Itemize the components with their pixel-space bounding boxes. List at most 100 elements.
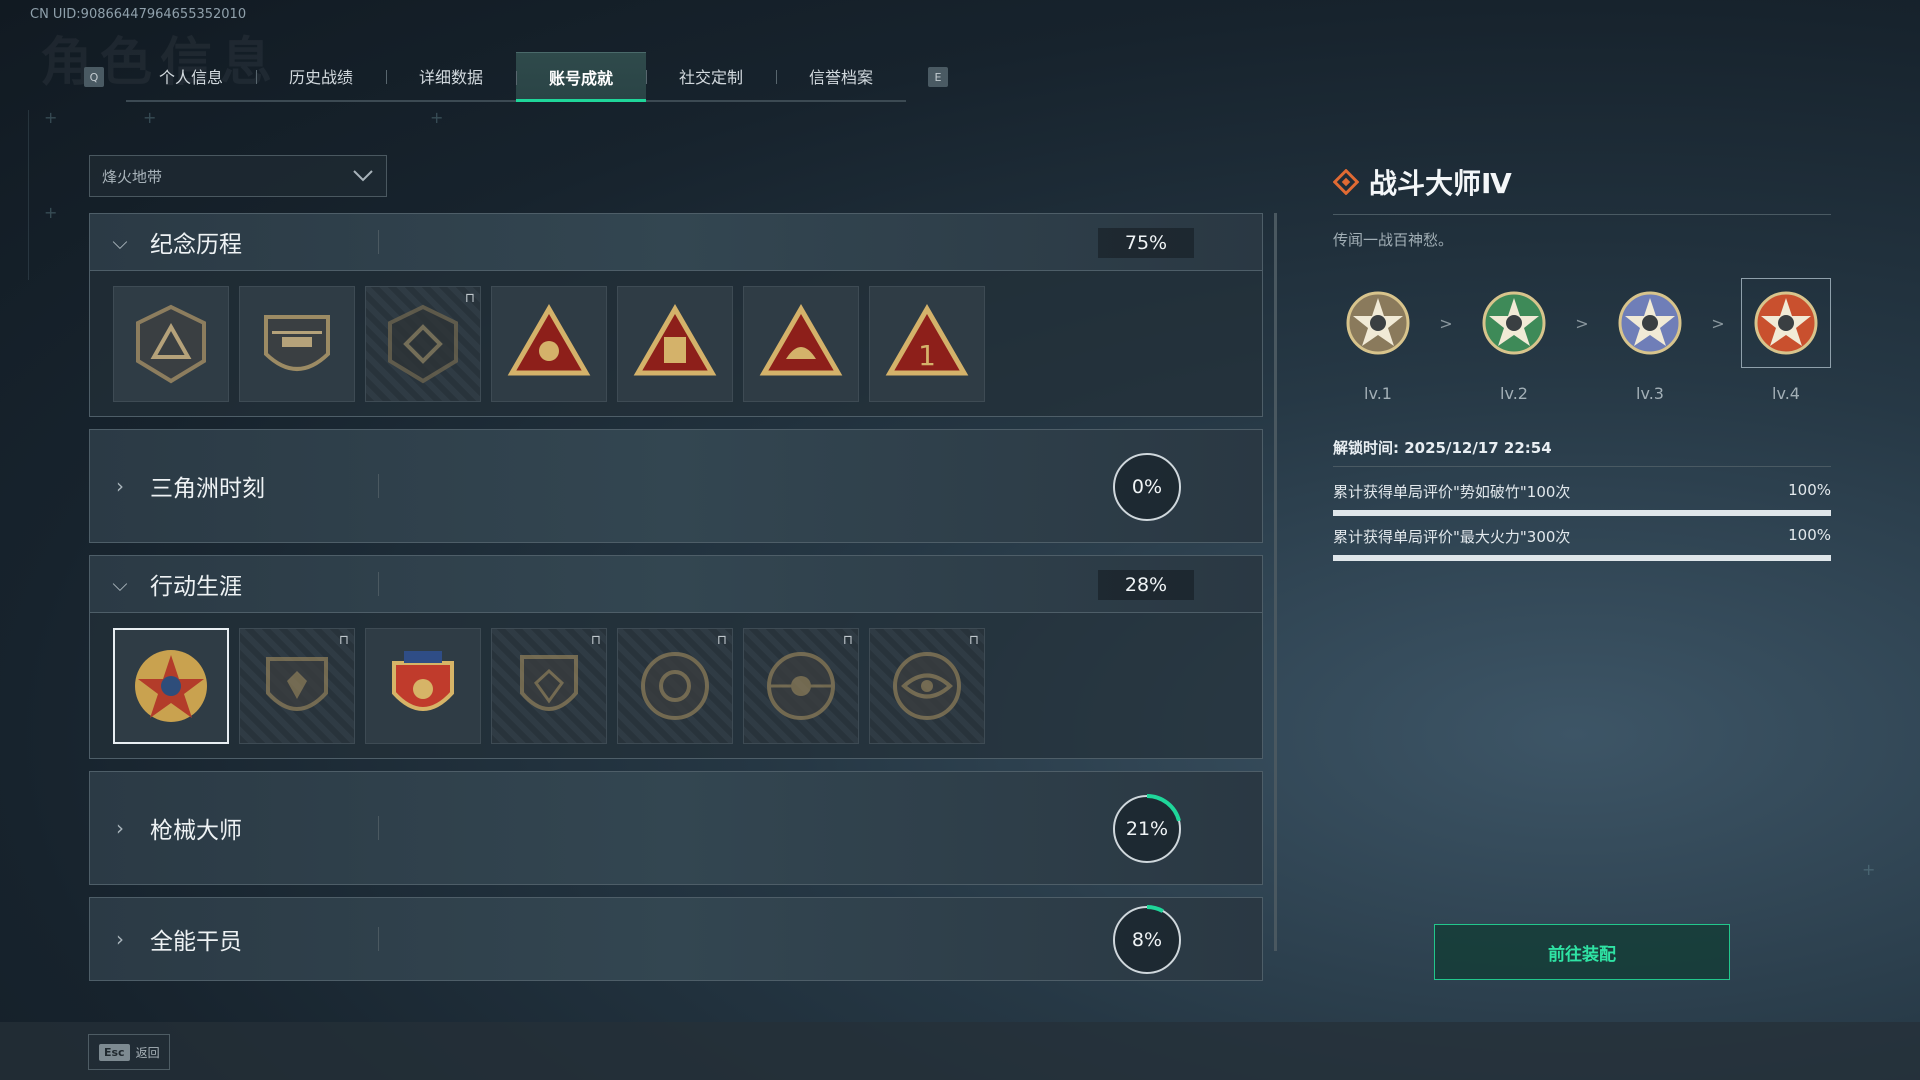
achievement-badge[interactable] <box>617 285 733 402</box>
category-header[interactable]: ⌵ 行动生涯 28% <box>89 555 1263 613</box>
mode-dropdown[interactable]: 烽火地带 <box>89 155 387 197</box>
achievement-badge[interactable]: ⊓ <box>617 627 733 744</box>
q-key-hint[interactable]: Q <box>84 67 104 87</box>
level-3[interactable]: lv.3 <box>1605 278 1695 403</box>
tab-2[interactable]: 历史战绩 <box>256 52 386 100</box>
header-separator <box>378 230 379 254</box>
level-progression: lv.1 > lv.2 > lv.3 > lv.4 <box>1333 278 1831 403</box>
requirement-text: 累计获得单局评价"最大火力"300次 <box>1333 528 1571 546</box>
gem-shield-icon <box>520 654 578 711</box>
category-name: 枪械大师 <box>150 818 242 844</box>
crosshair-decor-icon: + <box>430 108 444 127</box>
crosshair-decor-icon: + <box>143 108 157 127</box>
level-medal <box>1741 278 1831 368</box>
badge-grid: ⊓ ⊓ ⊓ ⊓ ⊓ <box>89 613 1263 759</box>
badge-grid: ⊓ 1 <box>89 271 1263 417</box>
achievement-badge[interactable] <box>113 627 229 744</box>
level-arrow: > <box>1575 314 1589 333</box>
star-medal-icon <box>1346 291 1410 355</box>
chevron-down-icon: ⌵ <box>112 572 128 596</box>
requirement-row: 累计获得单局评价"最大火力"300次 100% <box>1333 526 1831 547</box>
chevron-down-icon: ⌵ <box>112 230 128 254</box>
dropdown-value: 烽火地带 <box>102 167 163 186</box>
lock-icon: ⊓ <box>716 632 727 648</box>
category-header[interactable]: › 三角洲时刻 0% <box>89 429 1263 543</box>
category-percent: 28% <box>1098 570 1194 600</box>
level-label: lv.3 <box>1636 384 1664 403</box>
category-name: 纪念历程 <box>150 232 242 258</box>
achievement-badge[interactable] <box>365 627 481 744</box>
tab-row: 个人信息 历史战绩 详细数据 账号成就 社交定制 信誉档案 <box>126 52 906 102</box>
requirement-progress-bar <box>1333 555 1831 561</box>
diamond-title-icon <box>1333 169 1359 195</box>
back-button[interactable]: Esc 返回 <box>88 1034 170 1070</box>
level-2[interactable]: lv.2 <box>1469 278 1559 403</box>
achievement-badge[interactable]: ⊓ <box>743 627 859 744</box>
tab-5[interactable]: 社交定制 <box>646 52 776 100</box>
achievement-badge[interactable]: ⊓ <box>869 627 985 744</box>
level-arrow: > <box>1439 314 1453 333</box>
go-equip-button[interactable]: 前往装配 <box>1434 924 1730 980</box>
star-skull-medal-icon <box>135 649 207 722</box>
level-medal <box>1469 278 1559 368</box>
category-name: 行动生涯 <box>150 574 242 600</box>
achievement-badge[interactable]: ⊓ <box>239 627 355 744</box>
chevron-down-icon <box>353 170 373 182</box>
achievement-badge[interactable]: ⊓ <box>365 285 481 402</box>
star-medal-icon <box>1482 291 1546 355</box>
tab-6[interactable]: 信誉档案 <box>776 52 906 100</box>
level-medal <box>1605 278 1695 368</box>
category-header[interactable]: ⌵ 纪念历程 75% <box>89 213 1263 271</box>
triangle-emblem-icon <box>136 304 206 383</box>
unlock-time: 解锁时间: 2025/12/17 22:54 <box>1333 439 1552 457</box>
tab-1[interactable]: 个人信息 <box>126 52 256 100</box>
crosshair-decor-icon: + <box>44 108 58 127</box>
level-label: lv.4 <box>1772 384 1800 403</box>
shield-emblem-icon <box>388 304 458 383</box>
progress-ring: 21% <box>1110 792 1184 866</box>
fist-triangle-icon <box>759 303 843 375</box>
category-name: 全能干员 <box>150 929 242 955</box>
lock-icon: ⊓ <box>590 632 601 648</box>
helicopter-emblem-icon <box>264 314 330 371</box>
level-arrow: > <box>1711 314 1725 333</box>
decor-line <box>28 110 29 280</box>
lock-icon: ⊓ <box>338 632 349 648</box>
achievement-badge[interactable] <box>239 285 355 402</box>
e-key-hint[interactable]: E <box>928 67 948 87</box>
back-label: 返回 <box>135 1045 160 1060</box>
achievement-badge[interactable]: ⊓ <box>491 627 607 744</box>
level-4[interactable]: lv.4 <box>1741 278 1831 403</box>
uid-label: CN UID:9086644796465535201​0 <box>30 7 247 22</box>
achievement-badge[interactable]: 1 <box>869 285 985 402</box>
progress-ring: 8% <box>1110 903 1184 977</box>
level-medal <box>1333 278 1423 368</box>
achievement-badge[interactable] <box>113 285 229 402</box>
requirement-row: 累计获得单局评价"势如破竹"100次 100% <box>1333 481 1831 502</box>
category-percent: 21% <box>1125 818 1169 840</box>
tab-4[interactable]: 账号成就 <box>516 52 646 102</box>
progress-ring: 0% <box>1110 450 1184 524</box>
category-percent: 0% <box>1131 476 1163 498</box>
achievement-badge[interactable] <box>743 285 859 402</box>
category-header[interactable]: › 全能干员 8% <box>89 897 1263 981</box>
category-header[interactable]: › 枪械大师 21% <box>89 771 1263 885</box>
radar-triangle-icon <box>507 303 591 375</box>
achievement-title: 战斗大师Ⅳ <box>1369 167 1512 200</box>
esc-key-icon: Esc <box>99 1043 130 1061</box>
achievement-badge[interactable] <box>491 285 607 402</box>
lock-icon: ⊓ <box>968 632 979 648</box>
tab-3[interactable]: 详细数据 <box>386 52 516 100</box>
eagle-shield-medal-icon <box>392 650 454 711</box>
header-separator <box>378 572 379 596</box>
crosshair-decor-icon: + <box>1862 860 1876 879</box>
category-percent: 8% <box>1131 929 1163 951</box>
footer-bar <box>0 1022 1920 1080</box>
requirement-text: 累计获得单局评价"势如破竹"100次 <box>1333 483 1571 501</box>
list-scrollbar[interactable] <box>1274 213 1277 951</box>
wing-shield-icon <box>266 656 328 711</box>
level-1[interactable]: lv.1 <box>1333 278 1423 403</box>
category-percent: 75% <box>1098 228 1194 258</box>
category-name: 三角洲时刻 <box>150 476 265 502</box>
achievement-category-list: ⌵ 纪念历程 75% ⊓ 1 › 三角洲时刻 0% ⌵ 行动生涯 28% ⊓ ⊓ ⊓ ⊓ ⊓ › 枪械大师 21% ›… <box>89 213 1263 981</box>
